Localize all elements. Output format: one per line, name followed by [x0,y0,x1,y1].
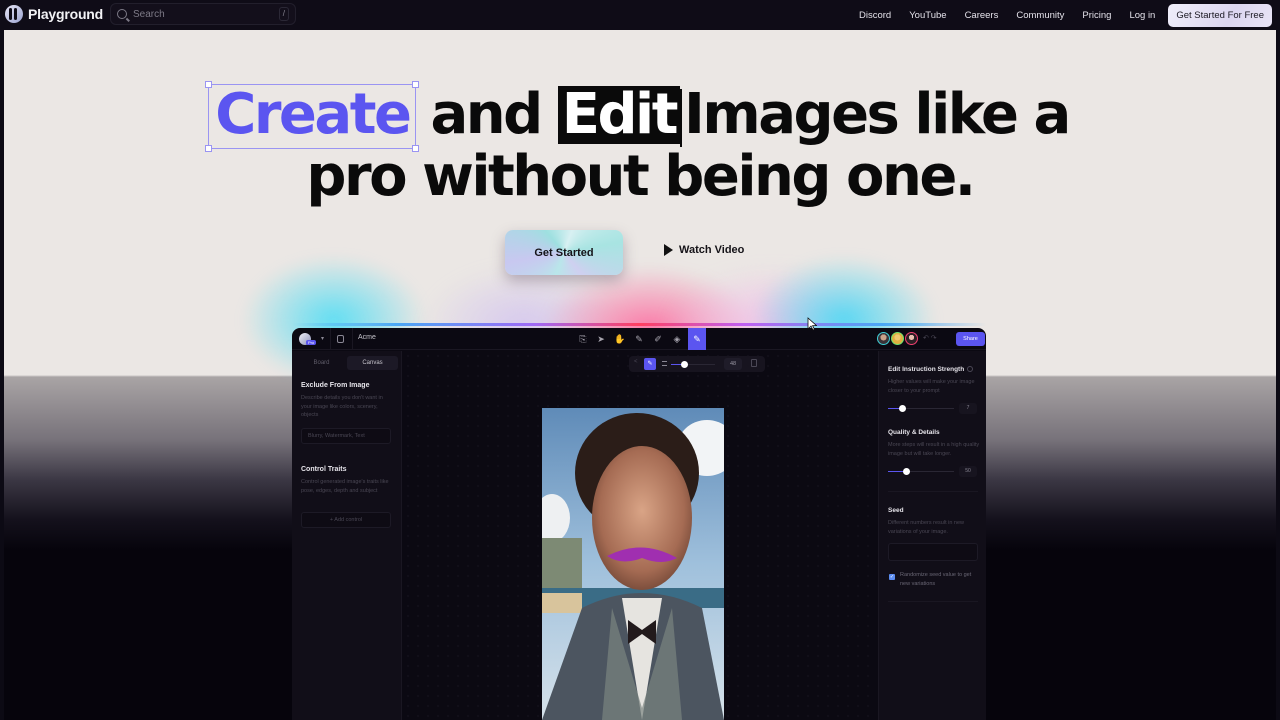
watch-video-label: Watch Video [679,244,745,256]
randomize-seed-checkbox[interactable]: ✓ [889,574,895,580]
trash-icon[interactable] [751,359,757,367]
quality-title: Quality & Details [888,429,940,436]
divider [888,491,978,492]
pencil-icon[interactable]: ✐ [652,333,664,345]
view-tabs: Board Canvas [296,356,398,370]
quality-slider[interactable] [888,468,954,475]
exclude-title: Exclude From Image [301,382,370,389]
chevron-down-icon[interactable]: ▾ [321,335,324,342]
brush-options-bar: < ✎ 48 [629,356,765,372]
seed-input[interactable] [888,543,978,561]
playground-logo-icon [5,5,23,23]
text-caret [680,88,682,147]
page-edge-right [1276,30,1280,720]
nav-links: Discord YouTube Careers Community Pricin… [850,4,1272,27]
right-settings-panel: Edit Instruction Strength Higher values … [878,351,986,720]
hero-glow-line [292,323,986,326]
get-started-free-button[interactable]: Get Started For Free [1168,4,1272,27]
quality-description: More steps will result in a high quality… [888,442,980,457]
search-box[interactable]: / [110,3,296,25]
get-started-button[interactable]: Get Started [505,230,623,275]
brush-size-slider[interactable] [671,360,715,368]
edit-strength-value[interactable]: 7 [959,403,977,414]
collaborator-avatar[interactable] [905,332,918,345]
search-icon [117,9,127,19]
share-nodes-icon[interactable]: < [634,359,638,365]
slider-knob[interactable] [680,360,688,368]
brush-size-icon [662,361,667,366]
resize-handle [205,81,213,88]
headline-word-edit: Edit [557,86,680,144]
hero-headline-line-2: pro without being one. [306,144,976,209]
add-control-button[interactable]: + Add control [301,512,391,528]
edit-strength-description: Higher values will make your image close… [888,379,975,394]
seed-description: Different numbers result in new variatio… [888,520,965,535]
select-arrow-icon[interactable]: ➤ [595,333,607,345]
editor-toolbar: Pro ▾ Acme ⎘ ➤ ✋ ✎ ✐ ◈ ✎ ↶ ↷ Share [292,328,986,350]
headline-and: and [413,82,558,147]
portrait-illustration [542,408,724,720]
brand-logo[interactable]: Playground [5,5,103,23]
exclude-description: Describe details you don't want in your … [301,395,383,418]
top-navigation-bar: Playground / Discord YouTube Careers Com… [0,0,1280,30]
left-settings-panel: Board Canvas Exclude From Image Describe… [292,351,402,720]
project-name[interactable]: Acme [358,334,376,341]
tab-canvas[interactable]: Canvas [347,356,398,370]
edit-strength-slider[interactable] [888,405,954,412]
collaborator-avatars [877,332,918,345]
edit-strength-title: Edit Instruction Strength [888,366,974,373]
randomize-seed-label: Randomize seed value to get new variatio… [900,572,972,587]
headline-rest: Images like a [684,82,1071,147]
exclude-input[interactable]: Blurry, Watermark, Text [301,428,391,444]
image-upload-icon[interactable]: ⎘ [577,333,589,345]
nav-link-youtube[interactable]: YouTube [900,10,955,21]
nav-link-careers[interactable]: Careers [956,10,1008,21]
page-icon[interactable] [337,335,344,343]
control-traits-description: Control generated image's traits like po… [301,479,389,494]
play-icon [664,244,673,256]
fill-icon[interactable]: ◈ [671,333,683,345]
nav-link-discord[interactable]: Discord [850,10,900,21]
slider-knob[interactable] [899,405,907,412]
hero-headline-line-1: Create and Edit Images like a [4,81,1276,152]
seed-title: Seed [888,507,904,514]
nav-link-pricing[interactable]: Pricing [1073,10,1120,21]
canvas-area[interactable]: < ✎ 48 [403,351,877,720]
edit-image-icon[interactable]: ✎ [633,333,645,345]
watch-video-button[interactable]: Watch Video [664,244,744,256]
generated-portrait-image[interactable] [542,408,724,720]
collaborator-avatar[interactable] [891,332,904,345]
hand-icon[interactable]: ✋ [614,333,626,345]
headline-word-create: Create [205,81,420,152]
search-input[interactable] [133,8,279,20]
pro-badge: Pro [306,340,317,345]
undo-redo-icons[interactable]: ↶ ↷ [923,334,945,345]
info-icon[interactable] [967,366,974,373]
control-traits-title: Control Traits [301,466,347,473]
nav-link-login[interactable]: Log in [1120,10,1164,21]
collaborator-avatar[interactable] [877,332,890,345]
quality-value[interactable]: 50 [959,466,977,477]
search-shortcut-hint: / [278,7,289,21]
editor-app-preview: Pro ▾ Acme ⎘ ➤ ✋ ✎ ✐ ◈ ✎ ↶ ↷ Share Board [292,328,986,720]
brush-size-value[interactable]: 48 [724,358,742,370]
tab-board[interactable]: Board [296,356,347,370]
brush-tool-icon[interactable]: ✎ [644,358,656,370]
divider [888,601,978,602]
brand-name: Playground [28,6,104,22]
hero-section: Create and Edit Images like a pro without… [4,30,1276,720]
share-button[interactable]: Share [956,332,985,346]
slider-knob[interactable] [902,468,910,475]
nav-link-community[interactable]: Community [1007,10,1073,21]
brush-icon[interactable]: ✎ [688,328,706,350]
